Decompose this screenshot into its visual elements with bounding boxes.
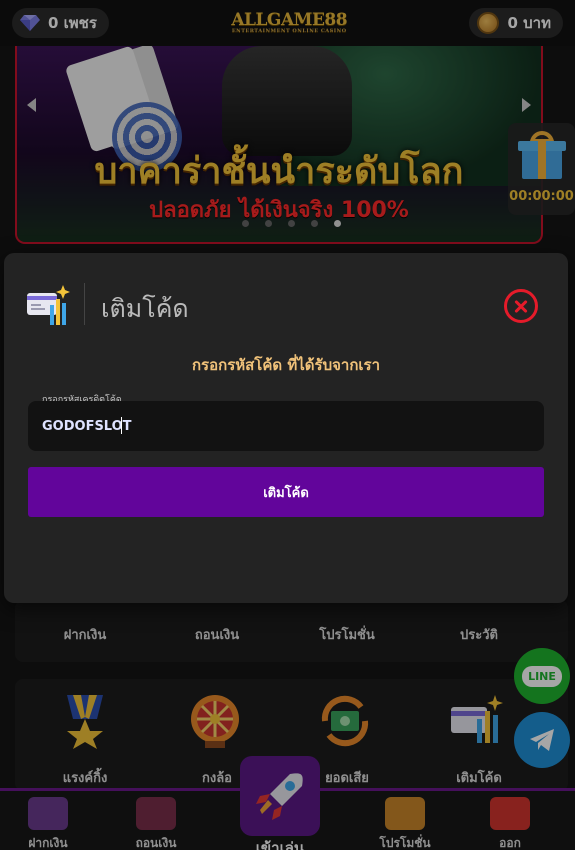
modal-header: เติมโค้ด [4, 281, 568, 329]
close-icon[interactable] [504, 289, 538, 323]
text-caret [121, 417, 122, 434]
code-card-icon [27, 285, 70, 325]
redeem-code-modal: เติมโค้ด กรอกรหัสโค้ด ที่ได้รับจากเรา กร… [4, 253, 568, 603]
submit-code-button[interactable]: เติมโค้ด [28, 467, 544, 517]
modal-title: เติมโค้ด [101, 294, 189, 323]
modal-prompt: กรอกรหัสโค้ด ที่ได้รับจากเรา [191, 356, 381, 374]
header-divider [84, 283, 85, 325]
code-input[interactable] [28, 401, 544, 451]
